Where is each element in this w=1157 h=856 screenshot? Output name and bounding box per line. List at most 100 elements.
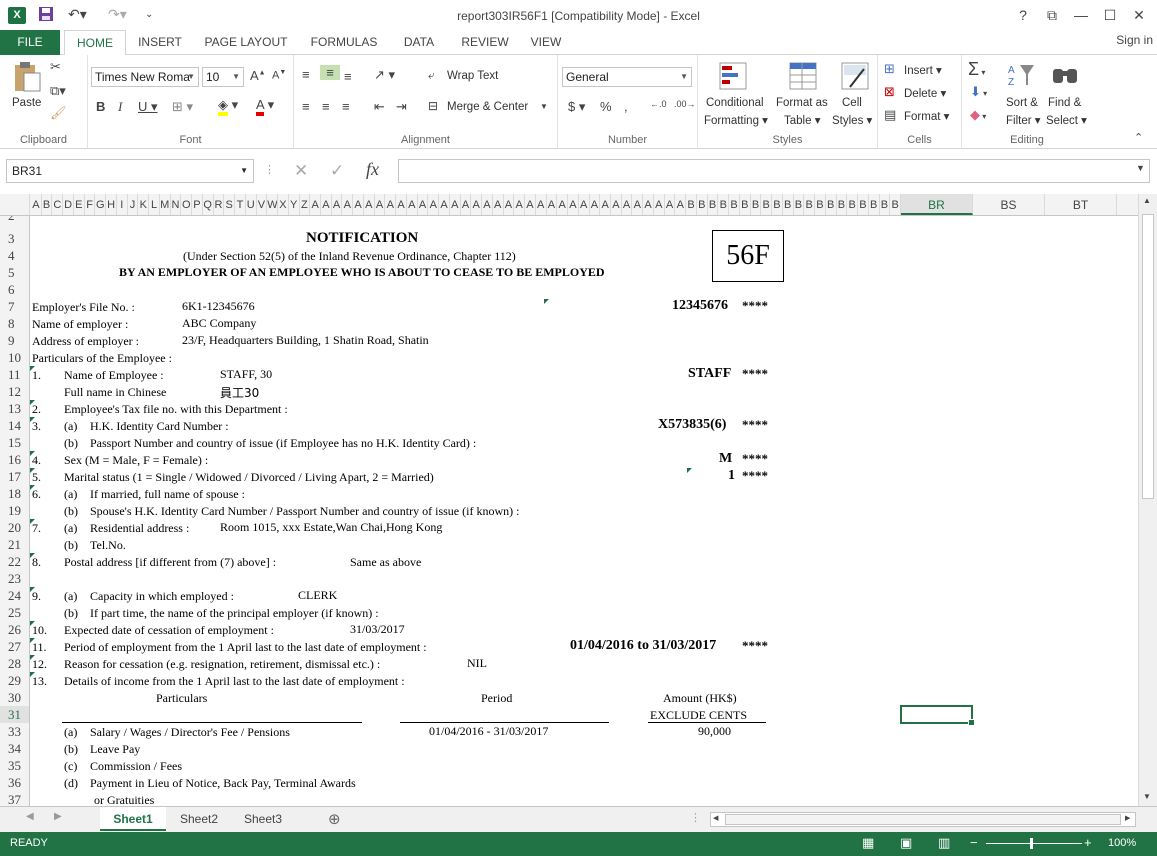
column-header[interactable]: A — [525, 194, 536, 215]
currency-icon[interactable]: $ ▾ — [568, 99, 585, 115]
column-header[interactable]: A — [364, 194, 375, 215]
page-break-view-icon[interactable]: ▥ — [938, 835, 950, 851]
merge-center-icon[interactable]: ⊟ — [428, 99, 438, 113]
column-header[interactable]: B — [847, 194, 859, 215]
sort-filter-line1[interactable]: Sort & — [1006, 97, 1038, 109]
row-header[interactable]: 24 — [0, 587, 29, 604]
column-header[interactable]: A — [482, 194, 493, 215]
column-header[interactable]: Y — [289, 194, 300, 215]
insert-function-icon[interactable]: fx — [366, 159, 379, 180]
help-button[interactable]: ? — [1009, 4, 1037, 26]
column-header[interactable]: A — [461, 194, 472, 215]
column-header-bs[interactable]: BS — [973, 194, 1045, 215]
format-as-table-line1[interactable]: Format as — [776, 97, 828, 109]
sign-in-link[interactable]: Sign in — [1116, 33, 1153, 47]
horizontal-scrollbar[interactable]: ◀ ▶ — [710, 812, 1136, 827]
column-header[interactable]: P — [192, 194, 203, 215]
row-header[interactable]: 31 — [0, 706, 29, 723]
column-header[interactable]: A — [471, 194, 483, 215]
column-header[interactable]: B — [686, 194, 697, 215]
row-header[interactable]: 36 — [0, 774, 29, 791]
column-header[interactable]: A — [600, 194, 611, 215]
scroll-right-icon[interactable]: ▶ — [1125, 814, 1130, 822]
column-header[interactable]: U — [246, 194, 257, 215]
column-header[interactable]: I — [117, 194, 128, 215]
font-name-combo[interactable]: Times New Roma ▼ — [91, 67, 199, 87]
format-as-table-line2[interactable]: Table ▾ — [784, 113, 820, 127]
increase-decimal-icon[interactable]: ←.0 — [650, 99, 667, 109]
column-header[interactable]: A — [342, 194, 354, 215]
row-header[interactable]: 14 — [0, 417, 29, 434]
percent-icon[interactable]: % — [600, 99, 612, 114]
page-layout-view-icon[interactable]: ▣ — [900, 835, 912, 851]
new-sheet-icon[interactable]: ⊕ — [328, 810, 341, 828]
tab-view[interactable]: VIEW — [524, 30, 568, 55]
column-header[interactable]: B — [772, 194, 783, 215]
column-header[interactable]: A — [622, 194, 633, 215]
clear-icon[interactable]: ◆ ▾ — [970, 107, 986, 123]
increase-indent-icon[interactable]: ⇥ — [396, 99, 407, 115]
column-header[interactable]: B — [804, 194, 816, 215]
column-header[interactable]: B — [740, 194, 751, 215]
column-header[interactable]: A — [353, 194, 364, 215]
row-header[interactable]: 16 — [0, 451, 29, 468]
column-header[interactable]: A — [665, 194, 676, 215]
column-header[interactable]: H — [106, 194, 117, 215]
paste-button[interactable]: Paste — [12, 97, 41, 109]
column-header[interactable]: B — [761, 194, 773, 215]
column-header[interactable]: B — [751, 194, 762, 215]
column-header[interactable]: B — [826, 194, 837, 215]
autosum-icon[interactable]: Σ ▾ — [968, 59, 985, 80]
zoom-level[interactable]: 100% — [1108, 837, 1136, 849]
insert-cells-icon[interactable]: ⊞ — [884, 61, 895, 77]
column-header[interactable]: A — [375, 194, 386, 215]
conditional-formatting-icon[interactable] — [718, 61, 748, 94]
insert-cells-button[interactable]: Insert ▾ — [904, 63, 942, 77]
align-left-icon[interactable]: ≡ — [302, 99, 310, 114]
row-header[interactable]: 26 — [0, 621, 29, 638]
cancel-icon[interactable]: ✕ — [294, 161, 308, 181]
fill-color-icon[interactable]: ◈ ▾ — [218, 97, 238, 116]
chevron-down-icon[interactable]: ▼ — [240, 160, 248, 182]
wrap-text-button[interactable]: Wrap Text — [447, 70, 498, 82]
column-header-br[interactable]: BR — [901, 194, 973, 215]
column-header[interactable]: K — [138, 194, 150, 215]
column-header-bt[interactable]: BT — [1045, 194, 1117, 215]
row-header[interactable]: 17 — [0, 468, 29, 485]
zoom-out-icon[interactable]: − — [970, 835, 978, 850]
cut-icon[interactable]: ✂ — [50, 59, 61, 75]
collapse-ribbon-icon[interactable]: ⌃ — [1134, 131, 1143, 144]
row-header[interactable]: 19 — [0, 502, 29, 519]
row-header[interactable]: 10 — [0, 349, 29, 366]
row-header[interactable]: 13 — [0, 400, 29, 417]
number-format-combo[interactable]: General ▼ — [562, 67, 692, 87]
row-header[interactable]: 22 — [0, 553, 29, 570]
column-header[interactable]: A — [675, 194, 687, 215]
column-header[interactable]: N — [171, 194, 182, 215]
borders-icon[interactable]: ⊞ ▾ — [172, 99, 193, 115]
column-header[interactable]: A — [536, 194, 547, 215]
expand-formula-bar-icon[interactable]: ▼ — [1136, 163, 1145, 173]
wrap-text-icon[interactable]: ⤶ — [428, 68, 435, 83]
column-header[interactable]: B — [794, 194, 805, 215]
row-header[interactable]: 34 — [0, 740, 29, 757]
column-header[interactable]: A — [493, 194, 504, 215]
column-header[interactable]: B — [869, 194, 880, 215]
column-header[interactable]: A — [396, 194, 407, 215]
conditional-formatting-line2[interactable]: Formatting ▾ — [704, 113, 768, 127]
font-size-combo[interactable]: 10 ▼ — [202, 67, 244, 87]
middle-align-icon[interactable]: ≡ — [320, 65, 340, 80]
column-header[interactable]: X — [278, 194, 289, 215]
column-header[interactable]: Q — [203, 194, 214, 215]
vertical-scroll-thumb[interactable] — [1142, 214, 1154, 499]
column-header[interactable]: F — [85, 194, 96, 215]
tab-home[interactable]: HOME — [64, 30, 126, 56]
column-header[interactable]: A — [654, 194, 665, 215]
column-header[interactable]: B — [890, 194, 901, 215]
row-header[interactable]: 23 — [0, 570, 29, 587]
decrease-indent-icon[interactable]: ⇤ — [374, 99, 385, 115]
conditional-formatting-line1[interactable]: Conditional — [706, 97, 764, 109]
merge-center-button[interactable]: Merge & Center — [447, 101, 528, 113]
find-select-icon[interactable] — [1050, 61, 1080, 92]
column-header[interactable]: B — [697, 194, 708, 215]
